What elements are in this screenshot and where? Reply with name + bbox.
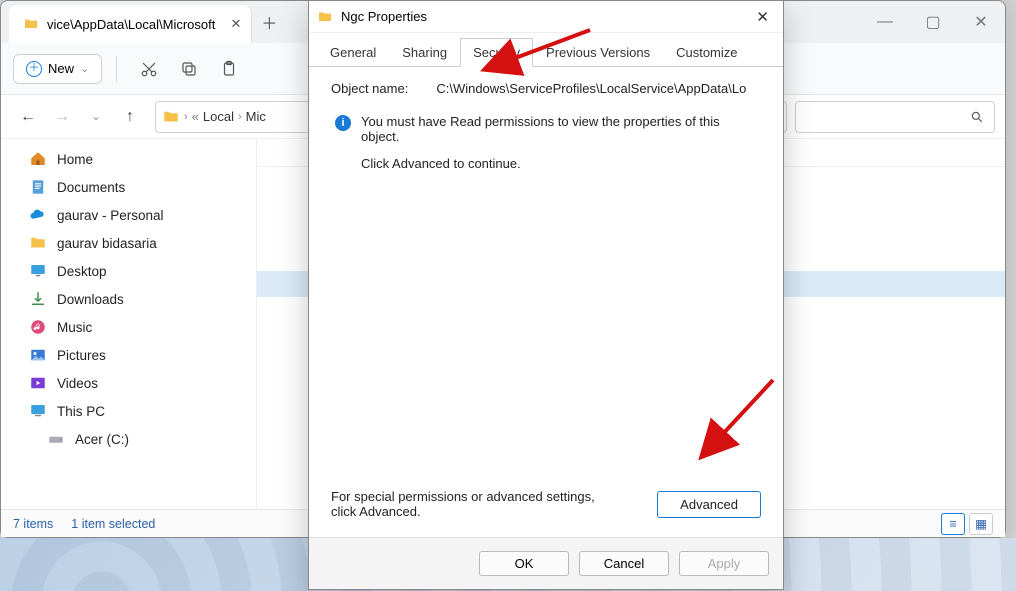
sidebar-item-documents[interactable]: Documents <box>1 173 256 201</box>
pc-icon <box>29 402 47 420</box>
folder-icon <box>29 234 47 252</box>
dialog-footer: OK Cancel Apply <box>309 537 783 589</box>
sidebar-item-label: Documents <box>57 180 125 195</box>
up-button[interactable]: ↑ <box>113 100 147 134</box>
info-text: You must have Read permissions to view t… <box>361 114 721 144</box>
sidebar-item-home[interactable]: Home <box>1 145 256 173</box>
sidebar: Home Documents gaurav - Personal gaurav bid… <box>1 139 257 509</box>
tab-sharing[interactable]: Sharing <box>389 38 460 67</box>
sidebar-item-label: This PC <box>57 404 105 419</box>
advanced-button[interactable]: Advanced <box>657 491 761 518</box>
recent-chevron[interactable]: ⌄ <box>79 100 113 134</box>
sidebar-item-label: Downloads <box>57 292 124 307</box>
sidebar-item-downloads[interactable]: Downloads <box>1 285 256 313</box>
copy-button[interactable] <box>171 51 207 87</box>
sidebar-item-this-pc[interactable]: This PC <box>1 397 256 425</box>
view-details-button[interactable]: ≡ <box>941 513 965 535</box>
plus-icon: ＋ <box>26 61 42 77</box>
back-button[interactable]: ← <box>11 100 45 134</box>
chevron-right-icon: › <box>238 111 242 123</box>
window-controls: — ▢ ✕ <box>861 1 1005 43</box>
new-button[interactable]: ＋ New ⌄ <box>13 54 102 84</box>
new-label: New <box>48 61 74 76</box>
folder-icon <box>317 9 333 25</box>
tab-general[interactable]: General <box>317 38 389 67</box>
continue-text: Click Advanced to continue. <box>331 156 761 171</box>
videos-icon <box>29 374 47 392</box>
download-icon <box>29 290 47 308</box>
window-tab[interactable]: vice\AppData\Local\Microsoft ✕ <box>9 5 252 43</box>
sidebar-item-label: Music <box>57 320 92 335</box>
breadcrumb-segment[interactable]: Local <box>203 109 234 124</box>
dialog-close-button[interactable]: ✕ <box>750 8 775 26</box>
doc-icon <box>29 178 47 196</box>
cloud-icon <box>29 206 47 224</box>
advanced-text: For special permissions or advanced sett… <box>331 489 611 519</box>
drive-icon <box>47 430 65 448</box>
tab-customize[interactable]: Customize <box>663 38 750 67</box>
cancel-button[interactable]: Cancel <box>579 551 669 576</box>
sidebar-item-desktop[interactable]: Desktop <box>1 257 256 285</box>
cut-button[interactable] <box>131 51 167 87</box>
paste-button[interactable] <box>211 51 247 87</box>
tab-security[interactable]: Security <box>460 38 533 67</box>
dialog-body: Object name: C:\Windows\ServiceProfiles\… <box>309 67 783 537</box>
sidebar-item-gaurav-bidasaria[interactable]: gaurav bidasaria <box>1 229 256 257</box>
sidebar-item-music[interactable]: Music <box>1 313 256 341</box>
sidebar-item-label: gaurav - Personal <box>57 208 164 223</box>
chevron-down-icon: ⌄ <box>80 62 89 75</box>
chevron-right-icon: › <box>184 111 188 123</box>
sidebar-item-acer-c-[interactable]: Acer (C:) <box>1 425 256 453</box>
close-button[interactable]: ✕ <box>957 1 1005 43</box>
new-tab-button[interactable]: ＋ <box>252 1 286 43</box>
sidebar-item-label: Pictures <box>57 348 106 363</box>
search-input[interactable] <box>795 101 995 133</box>
ok-button[interactable]: OK <box>479 551 569 576</box>
sidebar-item-videos[interactable]: Videos <box>1 369 256 397</box>
folder-icon <box>162 108 180 126</box>
dialog-title: Ngc Properties <box>341 9 427 24</box>
view-icons-button[interactable]: ▦ <box>969 513 993 535</box>
properties-dialog: Ngc Properties ✕ GeneralSharingSecurityP… <box>308 0 784 590</box>
dialog-tabs: GeneralSharingSecurityPrevious VersionsC… <box>309 33 783 67</box>
apply-button[interactable]: Apply <box>679 551 769 576</box>
status-selected: 1 item selected <box>71 517 155 531</box>
forward-button[interactable]: → <box>45 100 79 134</box>
status-items: 7 items <box>13 517 53 531</box>
sidebar-item-label: Desktop <box>57 264 107 279</box>
info-icon: i <box>335 115 351 131</box>
music-icon <box>29 318 47 336</box>
sidebar-item-label: gaurav bidasaria <box>57 236 157 251</box>
object-name-value: C:\Windows\ServiceProfiles\LocalService\… <box>436 81 761 96</box>
dialog-titlebar: Ngc Properties ✕ <box>309 1 783 33</box>
maximize-button[interactable]: ▢ <box>909 1 957 43</box>
pictures-icon <box>29 346 47 364</box>
sidebar-item-label: Acer (C:) <box>75 432 129 447</box>
tab-previous-versions[interactable]: Previous Versions <box>533 38 663 67</box>
sidebar-item-gaurav-personal[interactable]: gaurav - Personal <box>1 201 256 229</box>
sidebar-item-label: Videos <box>57 376 98 391</box>
tab-title: vice\AppData\Local\Microsoft <box>47 17 215 32</box>
breadcrumb-segment[interactable]: Mic <box>246 109 266 124</box>
search-icon <box>970 110 984 124</box>
object-name-label: Object name: <box>331 81 408 96</box>
desktop-icon <box>29 262 47 280</box>
sidebar-item-pictures[interactable]: Pictures <box>1 341 256 369</box>
minimize-button[interactable]: — <box>861 1 909 43</box>
sidebar-item-label: Home <box>57 152 93 167</box>
tab-close-icon[interactable]: ✕ <box>230 16 241 32</box>
home-icon <box>29 150 47 168</box>
folder-icon <box>23 16 39 32</box>
